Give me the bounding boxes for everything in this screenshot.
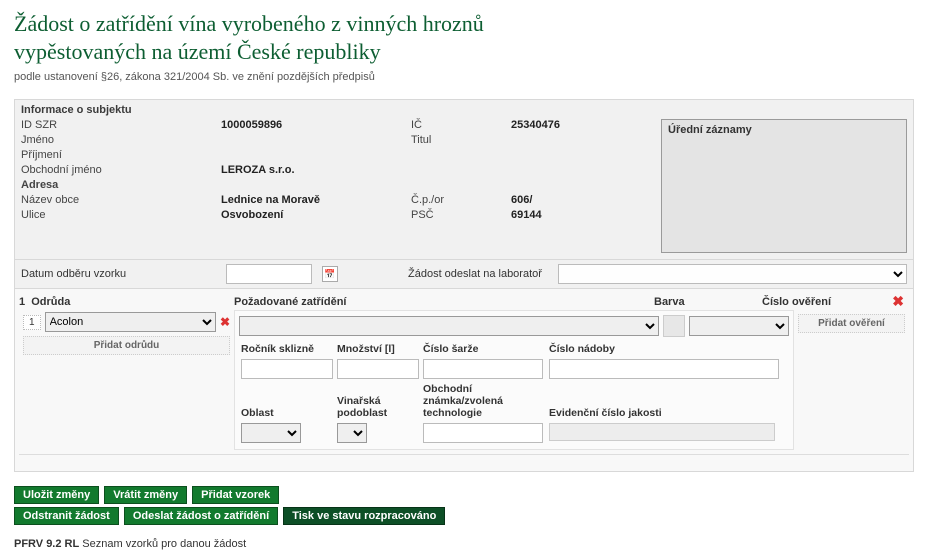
sample-header-row: 1 Odrůda Požadované zatřídění Barva Čísl… [19,293,909,310]
add-odruda-button[interactable]: Přidat odrůdu [23,336,230,355]
date-lab-row: Datum odběru vzorku 📅 Žádost odeslat na … [14,260,914,289]
podoblast-select[interactable] [337,423,367,443]
obec-value: Lednice na Moravě [221,194,411,206]
ulice-label: Ulice [21,209,221,221]
remove-sample-icon[interactable]: ✖ [882,293,904,310]
adresa-label: Adresa [21,179,221,191]
revert-button[interactable]: Vrátit změny [104,486,187,504]
add-sample-button[interactable]: Přidat vzorek [192,486,279,504]
ulice-value: Osvobození [221,209,411,221]
idszr-value: 1000059896 [221,119,411,131]
zatrideni-head: Požadované zatřídění [234,296,654,308]
prijmeni-label: Příjmení [21,149,221,161]
col-nadoby: Číslo nádoby [547,341,789,357]
barva-select[interactable] [689,316,789,336]
add-overeni-button[interactable]: Přidat ověření [798,314,905,333]
datum-label: Datum odběru vzorku [21,268,216,280]
idszr-label: ID SZR [21,119,221,131]
sample-block: 1 Odrůda Požadované zatřídění Barva Čísl… [14,289,914,472]
overeni-head: Číslo ověření [762,296,882,308]
send-request-button[interactable]: Odeslat žádost o zatřídění [124,507,278,525]
footer-text: Seznam vzorků pro danou žádost [82,538,246,550]
barva-head: Barva [654,296,762,308]
print-draft-button[interactable]: Tisk ve stavu rozpracováno [283,507,445,525]
subject-panel: Informace o subjektu ID SZR 1000059896 I… [14,99,914,260]
footer: PFRV 9.2 RL Seznam vzorků pro danou žádo… [14,538,914,550]
calendar-icon[interactable]: 📅 [322,266,338,282]
button-bar: Uložit změny Vrátit změny Přidat vzorek … [14,486,914,528]
obchjm-value: LEROZA s.r.o. [221,164,411,176]
nadoby-input[interactable] [549,359,779,379]
col-rocnik: Ročník sklizně [239,341,335,357]
obchjm-label: Obchodní jméno [21,164,221,176]
remove-odruda-icon[interactable]: ✖ [220,315,230,329]
overeni-column: Přidat ověření [794,310,909,450]
odruda-head: Odrůda [31,296,70,308]
subject-grid: ID SZR 1000059896 IČ 25340476 Úřední záz… [21,119,907,253]
ic-value: 25340476 [511,119,661,131]
sample-number: 1 [19,296,25,308]
zatrideni-info-box[interactable] [663,315,685,337]
odruda-row: 1 Acolon ✖ [23,312,230,332]
fields-column: Ročník sklizně Množství [l] Číslo šarže … [234,310,794,450]
datum-input[interactable] [226,264,312,284]
col-oblast: Oblast [239,381,335,421]
col-podoblast: Vinařská podoblast [335,381,421,421]
official-notes-label: Úřední záznamy [668,124,752,136]
oblast-select[interactable] [241,423,301,443]
lab-label: Žádost odeslat na laboratoř [408,268,542,280]
page-subtitle: podle ustanovení §26, zákona 321/2004 Sb… [14,71,914,83]
save-button[interactable]: Uložit změny [14,486,99,504]
page-title: Žádost o zatřídění vína vyrobeného z vin… [14,10,914,65]
subject-section-title: Informace o subjektu [21,104,907,116]
classification-row [239,315,789,337]
mnozstvi-input[interactable] [337,359,419,379]
sample-separator [19,454,909,455]
col-evid: Evidenční číslo jakosti [547,381,789,421]
page-title-line1: Žádost o zatřídění vína vyrobeného z vin… [14,11,484,36]
cpor-label: Č.p./or [411,194,511,206]
ic-label: IČ [411,119,511,131]
laboratory-select[interactable] [558,264,907,284]
obec-label: Název obce [21,194,221,206]
sarze-input[interactable] [423,359,543,379]
odruda-row-number: 1 [23,315,41,330]
evid-readonly [549,423,775,441]
col-obchz: Obchodní známka/zvolená technologie [421,381,547,421]
page-title-line2: vypěstovaných na území České republiky [14,39,381,64]
cpor-value: 606/ [511,194,661,206]
official-notes-box[interactable]: Úřední záznamy [661,119,907,253]
fields-table: Ročník sklizně Množství [l] Číslo šarže … [239,341,789,445]
titul-label: Titul [411,134,511,146]
odruda-column: 1 Acolon ✖ Přidat odrůdu [19,310,234,450]
col-sarze: Číslo šarže [421,341,547,357]
obchz-input[interactable] [423,423,543,443]
psc-value: 69144 [511,209,661,221]
delete-request-button[interactable]: Odstranit žádost [14,507,119,525]
psc-label: PSČ [411,209,511,221]
rocnik-input[interactable] [241,359,333,379]
odruda-select[interactable]: Acolon [45,312,216,332]
jmeno-label: Jméno [21,134,221,146]
col-mnozstvi: Množství [l] [335,341,421,357]
zatrideni-select[interactable] [239,316,659,336]
footer-code: PFRV 9.2 RL [14,538,79,550]
